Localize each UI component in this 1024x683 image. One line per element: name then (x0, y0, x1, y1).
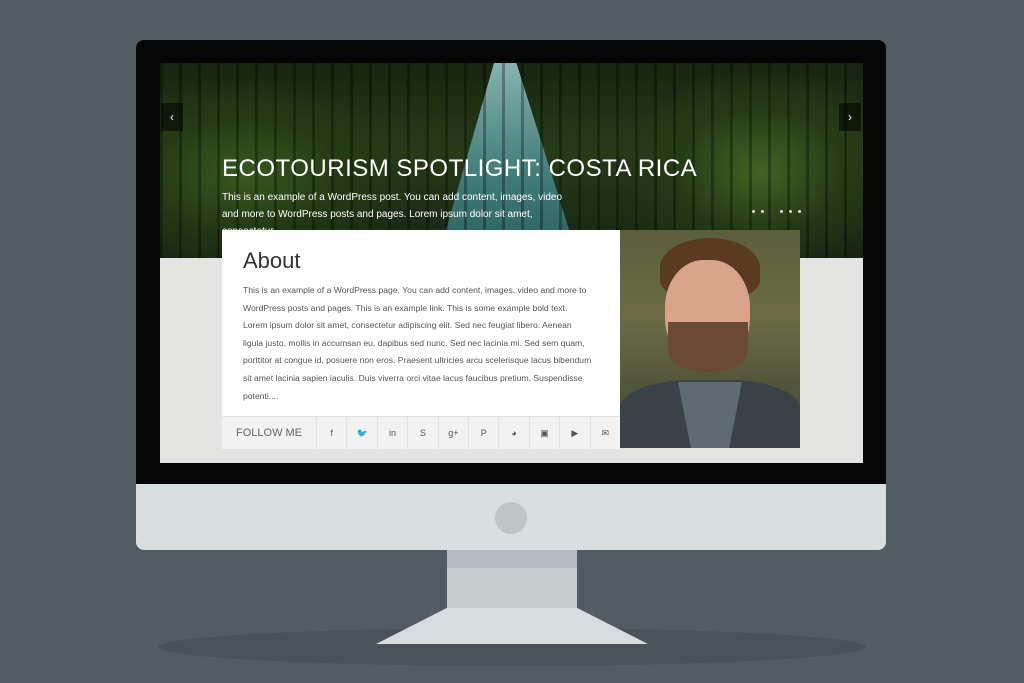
chevron-right-icon: › (848, 110, 852, 124)
twitter-icon: 🐦 (356, 427, 368, 438)
linkedin-button[interactable]: in (378, 417, 409, 449)
google-plus-icon: g+ (448, 428, 459, 438)
email-icon: ✉ (601, 427, 610, 438)
monitor-foot (376, 608, 648, 644)
skype-icon: S (419, 428, 426, 438)
chevron-left-icon: ‹ (170, 110, 174, 124)
instagram-icon: ▣ (540, 427, 549, 438)
slider-prev-button[interactable]: ‹ (161, 103, 183, 131)
slider-dot[interactable] (798, 210, 801, 213)
instagram-button[interactable]: ▣ (530, 417, 561, 449)
slider-dot[interactable] (789, 210, 792, 213)
youtube-button[interactable]: ▶ (560, 417, 591, 449)
facebook-icon: f (330, 428, 334, 438)
slider-dot[interactable] (761, 210, 764, 213)
monitor-chin (136, 484, 886, 550)
about-card: About This is an example of a WordPress … (222, 230, 620, 416)
pinterest-button[interactable]: P (469, 417, 500, 449)
twitter-button[interactable]: 🐦 (347, 417, 378, 449)
about-title: About (243, 248, 301, 273)
slider-dot[interactable] (780, 210, 783, 213)
about-text: This is an example of a WordPress page. … (243, 285, 592, 401)
slider-pagination (752, 210, 801, 213)
skype-button[interactable]: S (408, 417, 439, 449)
youtube-icon: ▶ (571, 427, 579, 438)
follow-me-label: FOLLOW ME (222, 417, 318, 449)
linkedin-icon: in (389, 428, 397, 438)
facebook-button[interactable]: f (317, 417, 348, 449)
author-portrait (620, 230, 800, 448)
monitor-logo-button (495, 502, 527, 534)
github-button[interactable]: ◕ (499, 417, 530, 449)
github-icon: ◕ (511, 428, 517, 438)
pinterest-icon: P (480, 428, 487, 438)
hero-title[interactable]: ECOTOURISM SPOTLIGHT: COSTA RICA (222, 155, 697, 183)
monitor-neck-top (447, 550, 577, 568)
slider-next-button[interactable]: › (839, 103, 861, 131)
social-bar: FOLLOW ME f 🐦 in S g+ P ◕ ▣ ▶ ✉ (222, 416, 620, 449)
website-screen: ‹ › ECOTOURISM SPOTLIGHT: COSTA RICA Thi… (160, 63, 863, 463)
google-plus-button[interactable]: g+ (439, 417, 470, 449)
hero-slider: ‹ › ECOTOURISM SPOTLIGHT: COSTA RICA Thi… (160, 63, 863, 258)
slider-dot[interactable] (752, 210, 755, 213)
email-button[interactable]: ✉ (591, 417, 620, 449)
